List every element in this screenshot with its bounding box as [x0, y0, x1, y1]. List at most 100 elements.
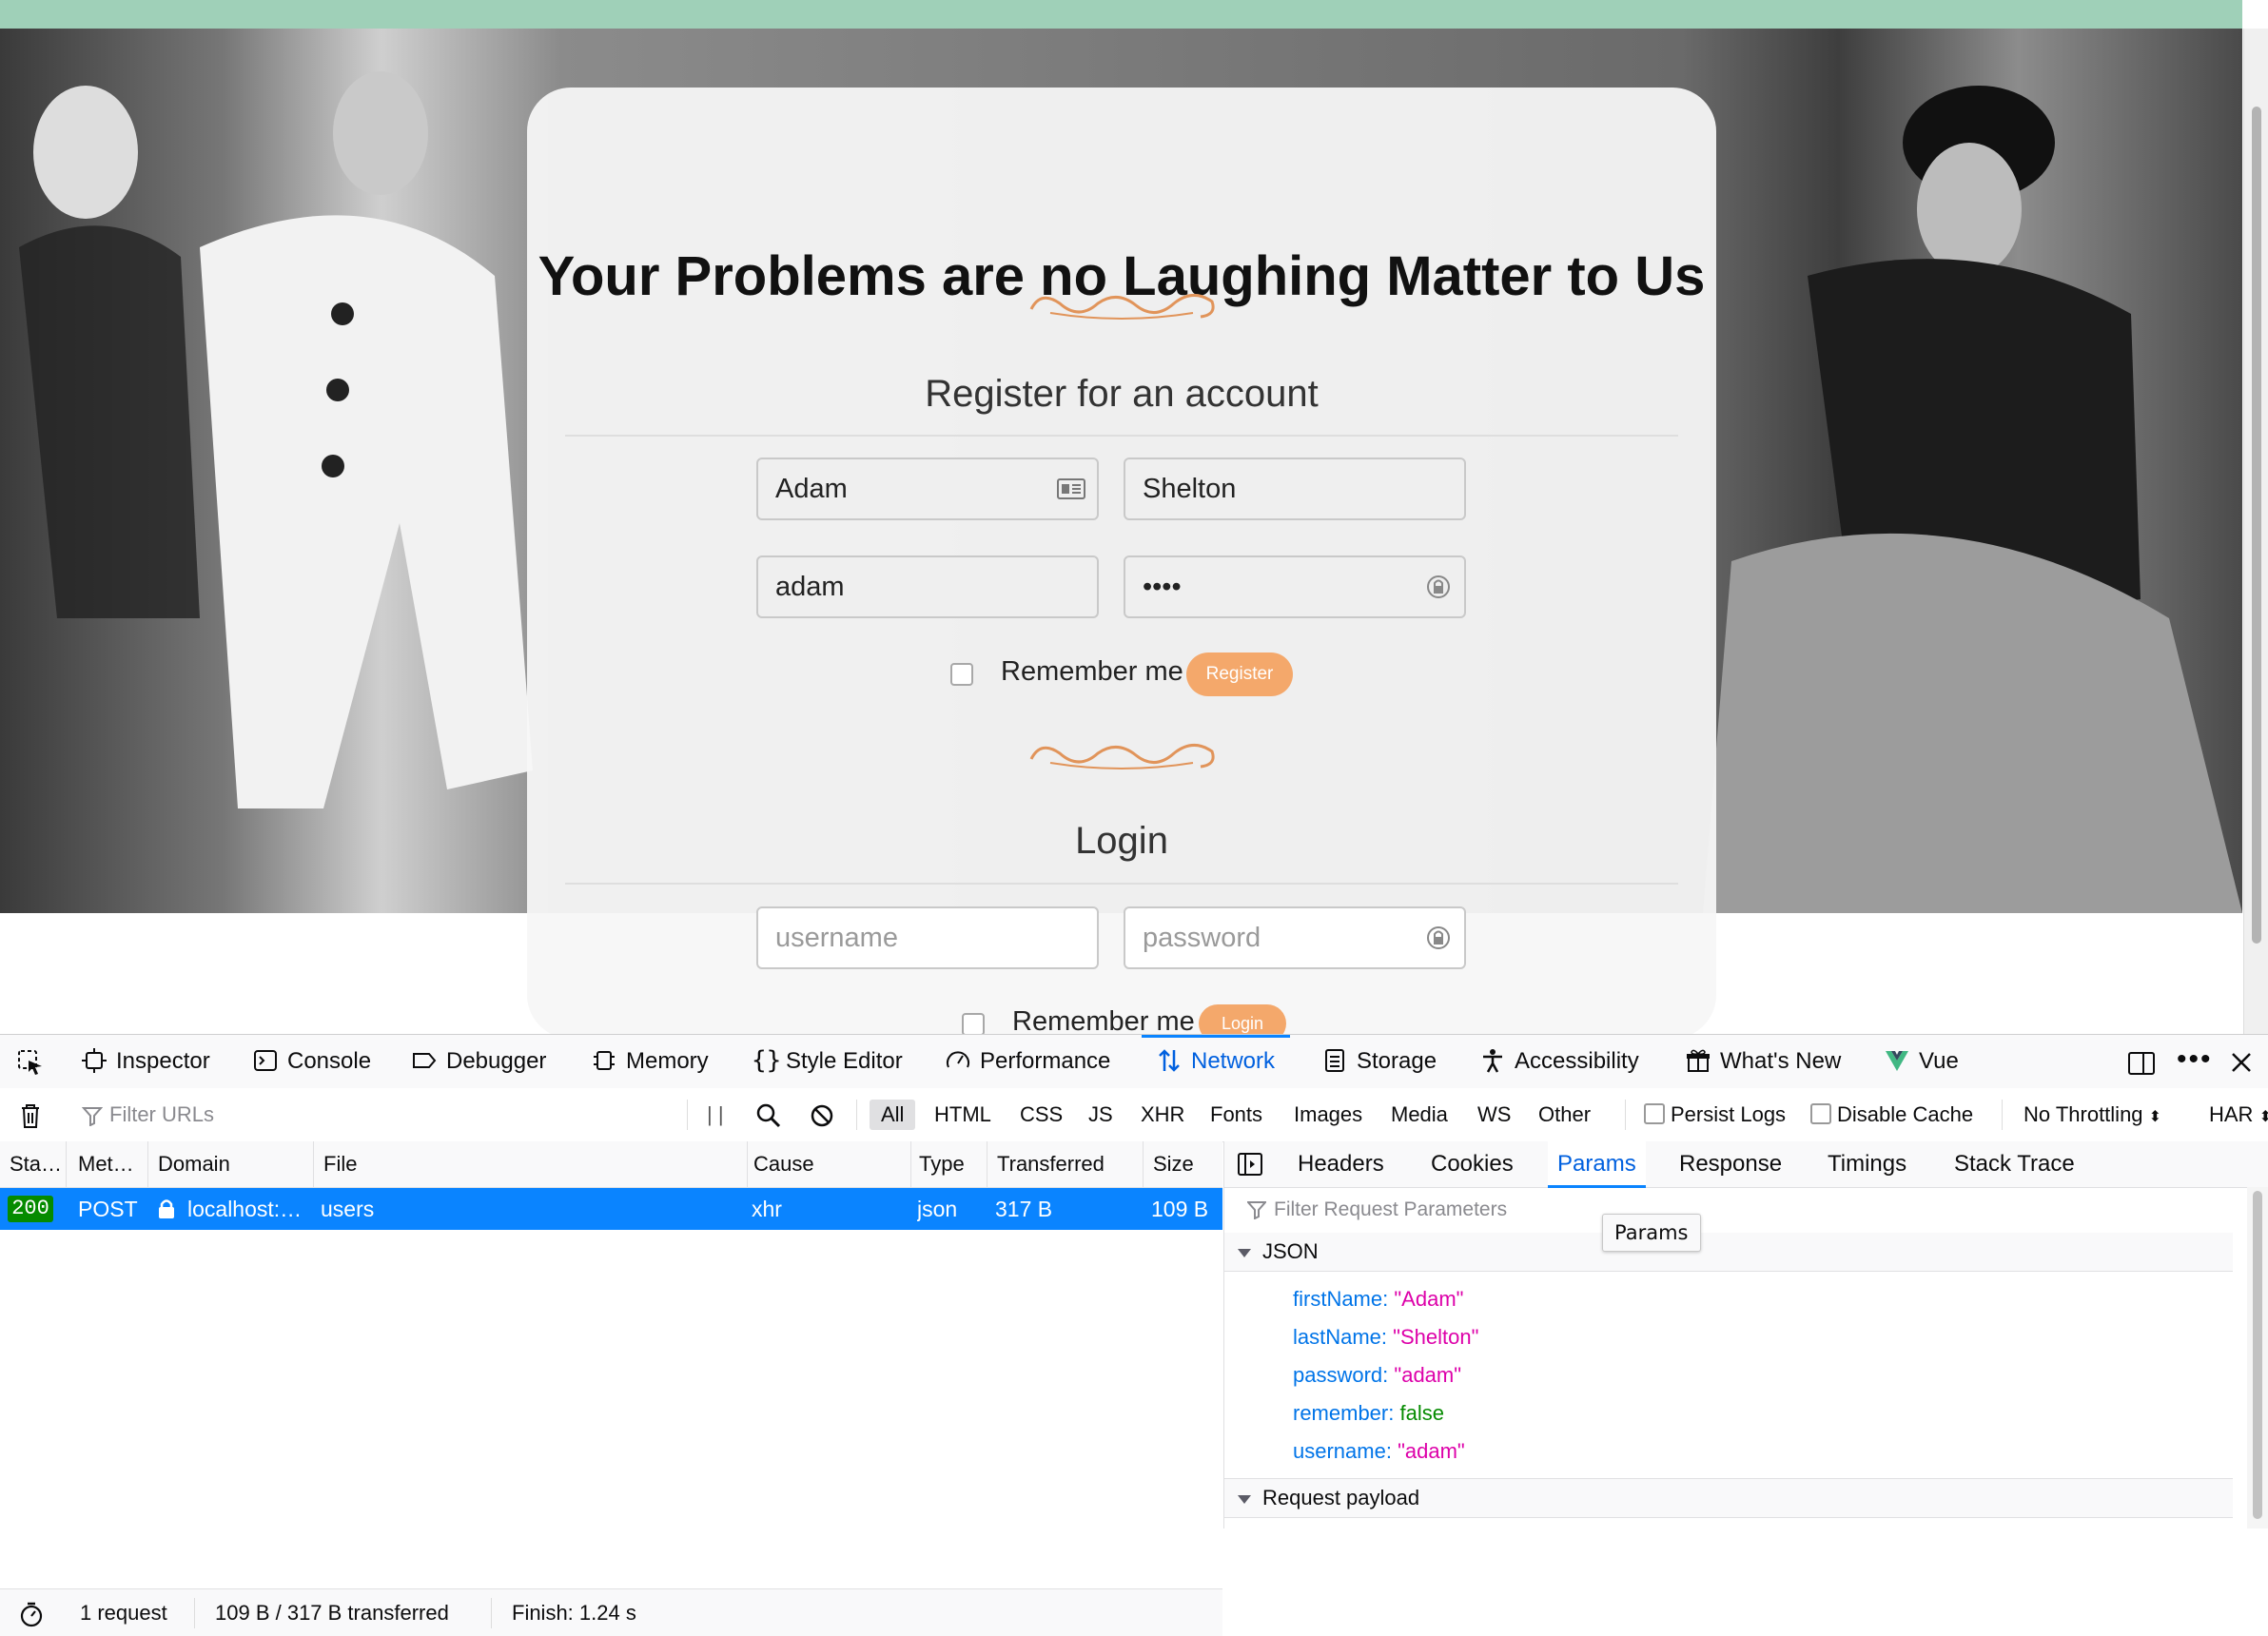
type-filter-js[interactable]: JS	[1088, 1088, 1113, 1141]
persist-logs-toggle[interactable]: Persist Logs	[1644, 1088, 1786, 1141]
payload-group-header[interactable]: Request payload	[1224, 1478, 2233, 1518]
page-scrollbar-thumb[interactable]	[2252, 107, 2261, 944]
column-domain[interactable]: Domain	[148, 1141, 314, 1187]
param-row[interactable]: firstName: "Adam"	[1293, 1287, 1463, 1312]
details-scrollbar[interactable]	[2247, 1187, 2268, 1529]
type-filter-all[interactable]: All	[870, 1100, 916, 1130]
tab-storage[interactable]: Storage	[1322, 1035, 1437, 1088]
tab-inspector[interactable]: Inspector	[82, 1035, 210, 1088]
tab-debugger[interactable]: Debugger	[412, 1035, 546, 1088]
first-name-field[interactable]: Adam	[756, 458, 1099, 520]
filter-params-input[interactable]: Filter Request Parameters	[1274, 1187, 1507, 1233]
tab-response[interactable]: Response	[1679, 1141, 1782, 1187]
param-row[interactable]: password: "adam"	[1293, 1363, 1461, 1388]
login-password-field[interactable]: password	[1124, 906, 1466, 969]
column-file[interactable]: File	[314, 1141, 748, 1187]
vue-logo-icon	[1886, 1050, 1908, 1071]
tab-style-editor[interactable]: {} Style Editor	[752, 1035, 903, 1088]
filter-icon	[82, 1107, 103, 1126]
param-row[interactable]: remember: false	[1293, 1401, 1444, 1426]
column-transferred[interactable]: Transferred	[987, 1141, 1144, 1187]
tab-performance[interactable]: Performance	[946, 1035, 1110, 1088]
json-group-header[interactable]: JSON	[1224, 1233, 2233, 1272]
toggle-sidebar-icon[interactable]	[1238, 1153, 1262, 1176]
persist-logs-checkbox[interactable]	[1644, 1103, 1665, 1125]
close-icon[interactable]	[2230, 1051, 2253, 1074]
register-button[interactable]: Register	[1186, 652, 1293, 696]
last-name-field[interactable]: Shelton	[1124, 458, 1466, 520]
page-scrollbar[interactable]	[2243, 29, 2268, 1034]
dock-side-icon[interactable]	[2127, 1049, 2156, 1076]
toolbar-separator	[687, 1100, 688, 1130]
type-filter-fonts[interactable]: Fonts	[1210, 1088, 1262, 1141]
register-remember-checkbox[interactable]	[950, 663, 973, 686]
login-username-field[interactable]: username	[756, 906, 1099, 969]
register-username-field[interactable]: adam	[756, 555, 1099, 618]
braces-icon: {}	[752, 1045, 782, 1075]
column-cause[interactable]: Cause	[744, 1141, 911, 1187]
login-password-placeholder: password	[1143, 923, 1261, 953]
column-size[interactable]: Size	[1144, 1141, 1222, 1187]
accessibility-icon	[1483, 1048, 1502, 1073]
register-remember-label: Remember me	[1001, 656, 1183, 687]
last-name-value: Shelton	[1143, 474, 1237, 504]
type-filter-html[interactable]: HTML	[934, 1088, 991, 1141]
type-filter-xhr[interactable]: XHR	[1141, 1088, 1184, 1141]
login-button[interactable]: Login	[1199, 1004, 1286, 1034]
tab-console[interactable]: Console	[253, 1035, 371, 1088]
tab-console-label: Console	[287, 1048, 372, 1074]
tab-memory[interactable]: Memory	[592, 1035, 709, 1088]
type-filter-other[interactable]: Other	[1538, 1088, 1591, 1141]
param-value: "Shelton"	[1393, 1325, 1479, 1349]
expand-triangle-icon	[1238, 1248, 1251, 1257]
tab-whats-new[interactable]: What's New	[1686, 1035, 1841, 1088]
disable-cache-checkbox[interactable]	[1810, 1103, 1831, 1125]
column-type[interactable]: Type	[909, 1141, 987, 1187]
tab-cookies[interactable]: Cookies	[1431, 1141, 1514, 1187]
har-menu[interactable]: HAR ⬍	[2209, 1088, 2268, 1141]
type-filter-media[interactable]: Media	[1391, 1088, 1448, 1141]
tab-vue[interactable]: Vue	[1885, 1035, 1959, 1088]
filter-urls-input[interactable]: Filter URLs	[109, 1088, 214, 1141]
gift-icon	[1687, 1049, 1710, 1072]
tab-accessibility[interactable]: Accessibility	[1480, 1035, 1639, 1088]
throttling-select[interactable]: No Throttling ⬍	[2024, 1088, 2161, 1141]
tab-headers[interactable]: Headers	[1298, 1141, 1384, 1187]
tooltip: Params	[1602, 1214, 1701, 1252]
tab-network[interactable]: Network	[1141, 1035, 1291, 1088]
gauge-icon	[947, 1051, 969, 1068]
stopwatch-icon[interactable]	[19, 1601, 44, 1627]
contact-card-icon[interactable]	[1057, 477, 1085, 501]
more-options-icon[interactable]: •••	[2177, 1035, 2213, 1084]
type-filter-ws[interactable]: WS	[1477, 1088, 1511, 1141]
block-icon[interactable]	[811, 1104, 833, 1127]
tab-params[interactable]: Params	[1548, 1141, 1646, 1188]
status-badge: 200	[8, 1196, 53, 1222]
details-scrollbar-thumb[interactable]	[2253, 1191, 2262, 1519]
search-icon[interactable]	[756, 1103, 781, 1128]
login-remember-checkbox[interactable]	[962, 1013, 985, 1034]
param-row[interactable]: username: "adam"	[1293, 1439, 1465, 1464]
column-status[interactable]: Sta…	[0, 1141, 67, 1187]
element-picker-icon[interactable]	[17, 1049, 44, 1076]
request-list: Sta… Met… Domain File Cause Type Transfe…	[0, 1141, 1222, 1636]
param-row[interactable]: lastName: "Shelton"	[1293, 1325, 1478, 1350]
password-key-icon[interactable]	[1424, 925, 1453, 950]
expand-triangle-icon	[1238, 1494, 1251, 1504]
pause-icon[interactable]: | |	[707, 1088, 724, 1141]
tab-stack-trace[interactable]: Stack Trace	[1954, 1141, 2075, 1187]
persist-logs-label: Persist Logs	[1671, 1102, 1787, 1126]
console-icon	[254, 1049, 277, 1071]
updown-caret-icon: ⬍	[2258, 1109, 2268, 1125]
table-row[interactable]: 200 POST localhost:… users xhr json 317 …	[0, 1188, 1222, 1230]
flourish-divider-icon	[1029, 744, 1215, 769]
column-method[interactable]: Met…	[68, 1141, 148, 1187]
type-filter-css[interactable]: CSS	[1020, 1088, 1063, 1141]
disable-cache-toggle[interactable]: Disable Cache	[1810, 1088, 1973, 1141]
password-key-icon[interactable]	[1424, 575, 1453, 599]
type-filter-images[interactable]: Images	[1294, 1088, 1362, 1141]
trash-icon[interactable]	[19, 1102, 42, 1129]
tab-timings[interactable]: Timings	[1828, 1141, 1906, 1187]
register-password-field[interactable]: ••••	[1124, 555, 1466, 618]
request-details-panel: Headers Cookies Params Response Timings …	[1223, 1141, 2268, 1529]
